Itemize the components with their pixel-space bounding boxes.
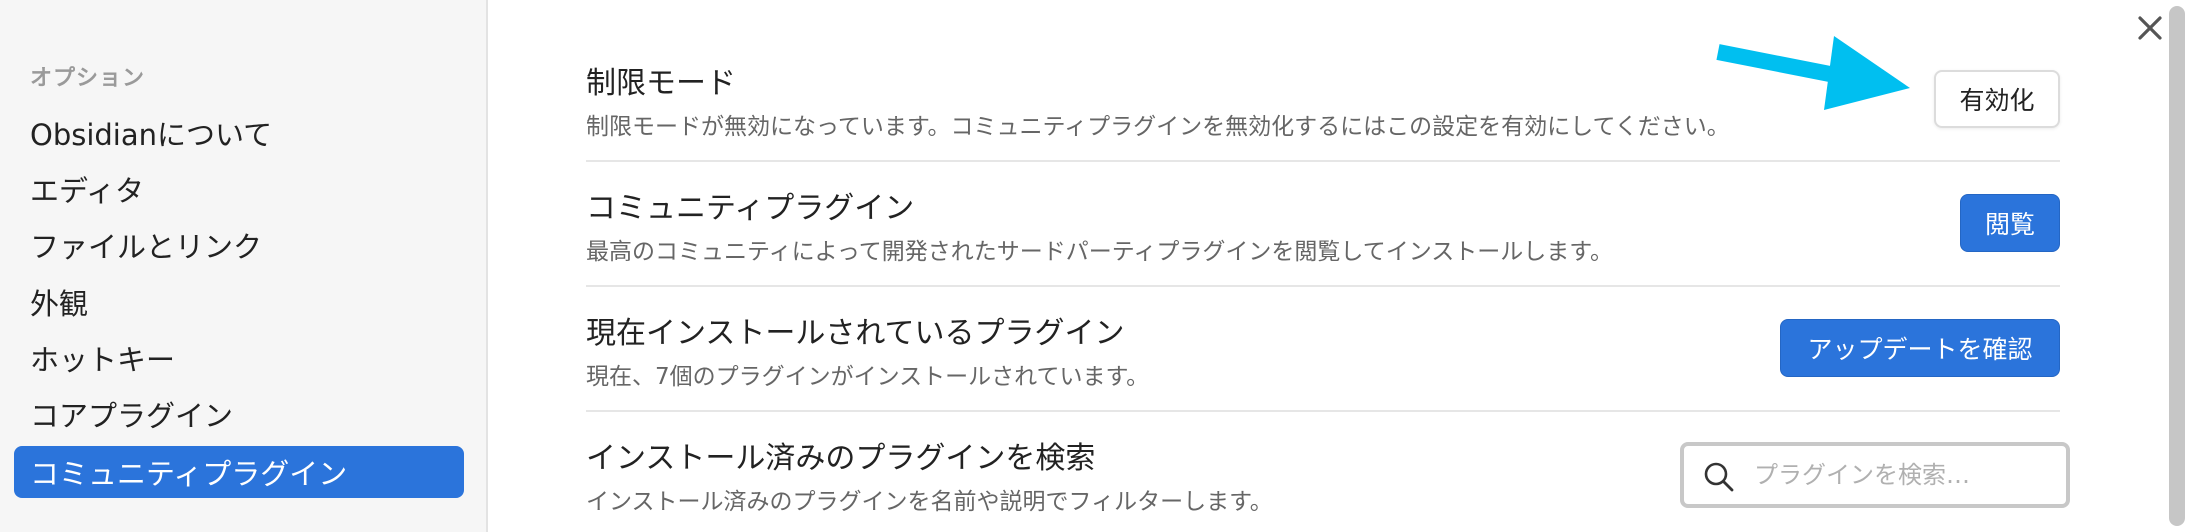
sidebar-item-label: コアプラグイン [30, 399, 234, 433]
plugin-search-input[interactable] [1754, 452, 2054, 498]
plugin-search-box[interactable] [1680, 442, 2070, 508]
sidebar-item-editor[interactable]: エディタ [14, 163, 464, 215]
sidebar-item-label: ホットキー [30, 343, 176, 377]
scrollbar-thumb[interactable] [2169, 6, 2185, 526]
sidebar-heading: オプション [30, 66, 146, 91]
check-updates-button[interactable]: アップデートを確認 [1780, 319, 2060, 377]
settings-sidebar: オプション Obsidianについて エディタ ファイルとリンク 外観 ホットキ… [0, 0, 488, 532]
close-icon[interactable] [2136, 14, 2164, 42]
sidebar-item-appearance[interactable]: 外観 [14, 276, 464, 328]
setting-title: コミュニティプラグイン [586, 191, 915, 226]
sidebar-item-label: ファイルとリンク [30, 230, 263, 264]
sidebar-item-hotkeys[interactable]: ホットキー [14, 332, 464, 384]
enable-restricted-mode-button[interactable]: 有効化 [1934, 70, 2060, 128]
search-icon [1704, 462, 1734, 492]
setting-title: 制限モード [586, 66, 736, 101]
browse-plugins-button[interactable]: 閲覧 [1960, 194, 2060, 252]
divider [586, 160, 2060, 162]
settings-window: オプション Obsidianについて エディタ ファイルとリンク 外観 ホットキ… [0, 0, 2190, 532]
setting-description: インストール済みのプラグインを名前や説明でフィルターします。 [586, 489, 1273, 515]
sidebar-item-label: エディタ [30, 174, 144, 208]
settings-content: 制限モード 制限モードが無効になっています。コミュニティプラグインを無効化するに… [490, 0, 2190, 532]
arrow-annotation-icon [1716, 36, 1910, 110]
sidebar-item-label: コミュニティプラグイン [30, 457, 348, 491]
sidebar-item-about[interactable]: Obsidianについて [14, 107, 464, 159]
sidebar-item-community-plugins[interactable]: コミュニティプラグイン [14, 446, 464, 498]
setting-title: インストール済みのプラグインを検索 [586, 441, 1096, 476]
divider [586, 285, 2060, 287]
sidebar-item-core-plugins[interactable]: コアプラグイン [14, 388, 464, 440]
setting-description: 最高のコミュニティによって開発されたサードパーティプラグインを閲覧してインストー… [586, 239, 1613, 265]
setting-description: 現在、7個のプラグインがインストールされています。 [586, 364, 1150, 390]
sidebar-item-files-links[interactable]: ファイルとリンク [14, 219, 464, 271]
divider [586, 410, 2060, 412]
sidebar-item-label: Obsidianについて [30, 118, 273, 152]
setting-title: 現在インストールされているプラグイン [586, 316, 1125, 351]
sidebar-item-label: 外観 [30, 287, 89, 321]
setting-description: 制限モードが無効になっています。コミュニティプラグインを無効化するにはこの設定を… [586, 114, 1730, 140]
